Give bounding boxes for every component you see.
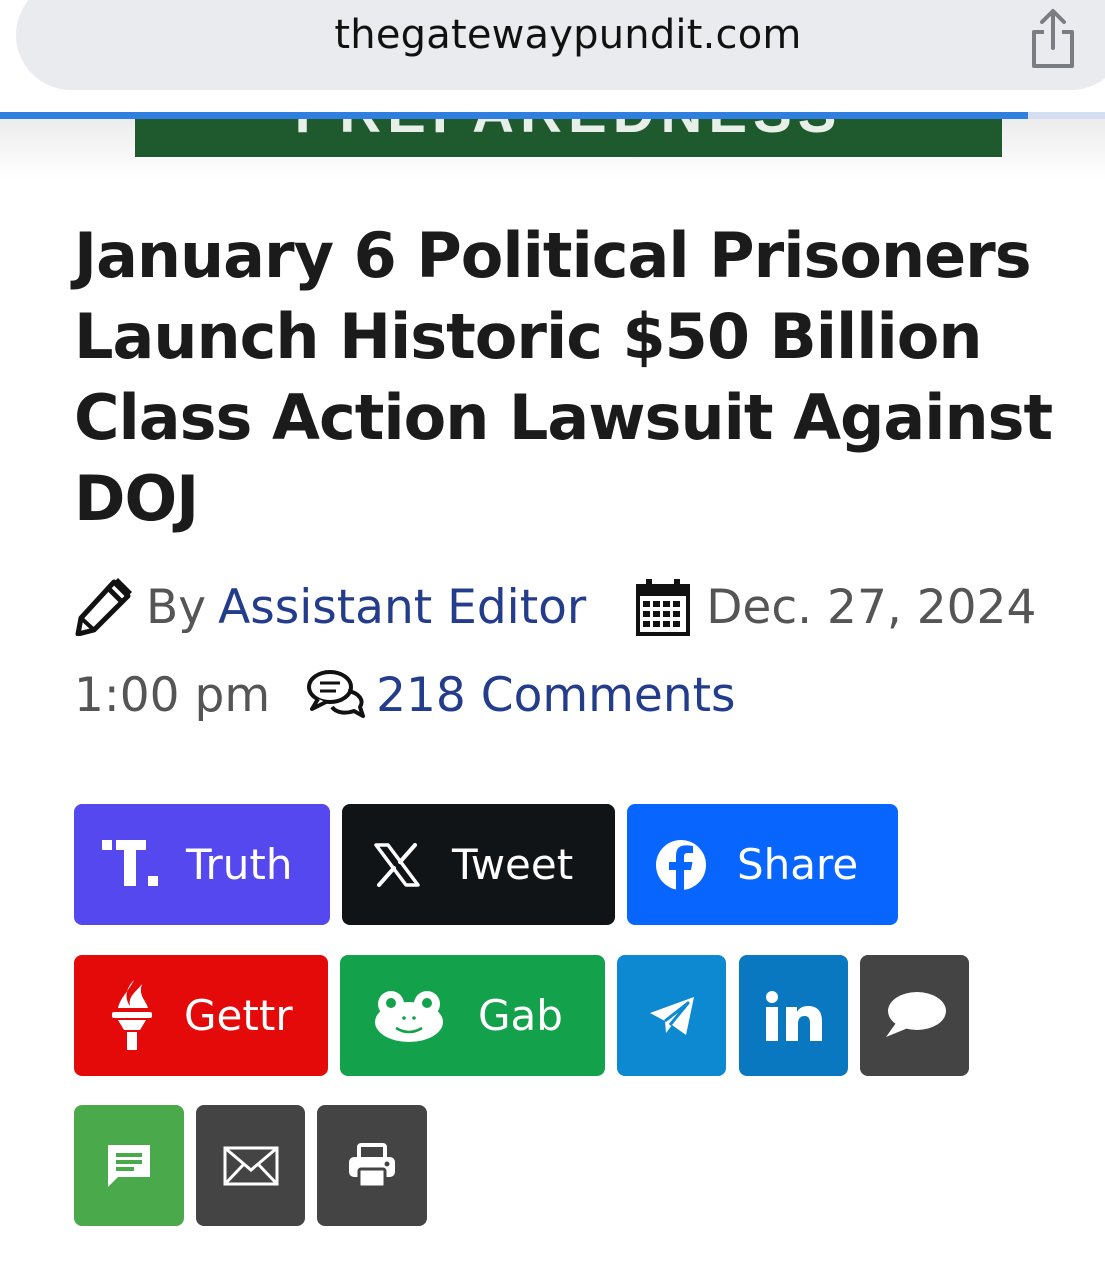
page-load-progress (0, 112, 1105, 119)
share-icon[interactable] (1026, 8, 1080, 70)
facebook-share-button[interactable]: Share (627, 804, 898, 925)
gettr-button-label: Gettr (184, 991, 293, 1040)
email-icon (223, 1146, 279, 1186)
sms-share-button[interactable] (74, 1105, 184, 1226)
x-icon (374, 842, 420, 887)
tweet-button-label: Tweet (452, 840, 574, 889)
comments-link[interactable]: 218 Comments (376, 668, 735, 723)
article-meta-author-date: By Assistant Editor Dec. 27, 2024 (74, 572, 1036, 642)
comments-icon[interactable] (306, 669, 366, 721)
tweet-button[interactable]: Tweet (342, 804, 615, 925)
article-date: Dec. 27, 2024 (706, 579, 1037, 635)
author-link[interactable]: Assistant Editor (218, 580, 586, 635)
gab-button-label: Gab (478, 991, 563, 1040)
linkedin-share-button[interactable] (739, 955, 848, 1076)
linkedin-icon (765, 990, 822, 1041)
print-icon (347, 1142, 397, 1189)
telegram-icon (648, 995, 696, 1037)
share-button-label: Share (737, 840, 859, 889)
article-meta-time-comments: 1:00 pm 218 Comments (74, 660, 736, 730)
article-time: 1:00 pm (74, 667, 271, 723)
gab-frog-icon (374, 990, 444, 1042)
url-text[interactable]: thegatewaypundit.com (0, 12, 1105, 58)
email-share-button[interactable] (196, 1105, 305, 1226)
truth-button-label: Truth (186, 840, 293, 889)
pencil-icon (75, 578, 132, 636)
article-title: January 6 Political Prisoners Launch His… (74, 219, 1053, 535)
print-button[interactable] (317, 1105, 427, 1226)
truth-social-icon (102, 839, 162, 890)
by-label: By (146, 579, 207, 635)
sms-icon (106, 1143, 152, 1189)
facebook-icon (655, 839, 707, 891)
calendar-icon (636, 579, 691, 636)
telegram-share-button[interactable] (617, 955, 726, 1076)
ad-banner[interactable]: PREPAREDNESS (135, 119, 1002, 157)
gettr-share-button[interactable]: Gettr (74, 955, 328, 1076)
page-load-progress-fill (0, 112, 1028, 119)
gab-share-button[interactable]: Gab (340, 955, 605, 1076)
speech-bubble-icon (884, 991, 946, 1041)
ad-banner-text: PREPAREDNESS (135, 119, 1002, 146)
truth-social-share-button[interactable]: Truth (74, 804, 330, 925)
gettr-torch-icon (108, 978, 156, 1054)
comment-share-button[interactable] (860, 955, 969, 1076)
